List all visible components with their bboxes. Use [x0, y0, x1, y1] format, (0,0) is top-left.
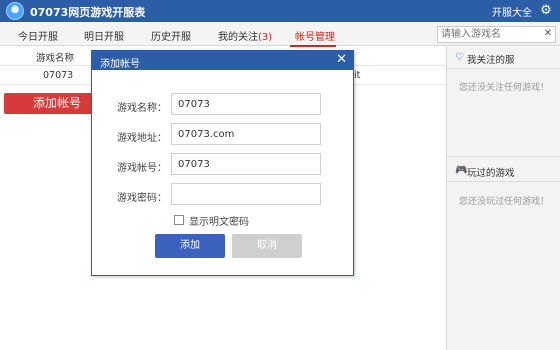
add-button[interactable]: 添加	[155, 234, 225, 258]
active-tab-underline	[290, 45, 336, 47]
search-input[interactable]	[438, 27, 536, 42]
gamepad-icon: 🎮	[455, 165, 468, 176]
cancel-button[interactable]: 取消	[232, 234, 302, 258]
app-logo-icon	[6, 2, 24, 20]
row-trailing-text: it	[354, 70, 361, 81]
close-icon[interactable]: ✕	[336, 52, 347, 67]
tab-history[interactable]: 历史开服	[151, 28, 191, 43]
game-name-label: 游戏名称：	[117, 103, 167, 114]
gear-icon[interactable]: ⚙	[538, 3, 554, 19]
followed-count: (3)	[258, 32, 273, 43]
tab-today[interactable]: 今日开服	[18, 28, 58, 43]
show-password-checkbox[interactable]	[174, 215, 184, 225]
game-account-label: 游戏帐号：	[117, 163, 167, 174]
played-empty-text: 您还没玩过任何游戏！	[458, 197, 549, 207]
search-box: ✕	[437, 26, 556, 43]
show-password-label[interactable]: 显示明文密码	[189, 213, 249, 228]
title-bar: 07073网页游戏开服表 开服大全 ⚙	[0, 0, 560, 22]
dialog-title-bar: 添加帐号 ✕	[92, 51, 353, 70]
kaifu-all-link[interactable]: 开服大全	[492, 4, 532, 19]
game-name-input[interactable]	[172, 94, 320, 114]
followed-servers-header: ♡ 我关注的服	[447, 47, 560, 69]
search-icon[interactable]: ✕	[544, 28, 552, 39]
tab-tomorrow[interactable]: 明日开服	[84, 28, 124, 43]
tab-followed[interactable]: 我的关注(3)	[218, 28, 272, 43]
game-account-field	[171, 153, 321, 175]
tab-account-manage[interactable]: 帐号管理	[295, 28, 335, 43]
played-games-title: 玩过的游戏	[467, 168, 515, 179]
tab-followed-label: 我的关注	[218, 32, 258, 43]
app-title: 07073网页游戏开服表	[30, 6, 146, 19]
sidebar-divider	[447, 156, 560, 157]
game-password-input[interactable]	[172, 184, 320, 204]
game-account-input[interactable]	[172, 154, 320, 174]
game-password-label: 游戏密码：	[117, 193, 167, 204]
column-header-game-name: 游戏名称	[36, 53, 75, 64]
played-games-header: 🎮 玩过的游戏	[447, 160, 560, 182]
game-url-input[interactable]	[172, 124, 320, 144]
followed-empty-text: 您还没关注任何游戏！	[458, 83, 549, 93]
game-password-field	[171, 183, 321, 205]
dialog-title: 添加帐号	[100, 59, 140, 70]
game-name-field	[171, 93, 321, 115]
row-game-name: 07073	[43, 70, 74, 81]
game-url-label: 游戏地址：	[117, 133, 167, 144]
followed-servers-title: 我关注的服	[467, 55, 515, 66]
game-url-field	[171, 123, 321, 145]
add-account-dialog: 添加帐号 ✕ 游戏名称： 游戏地址： 游戏帐号： 游戏密码： 显示明文密码 添加…	[91, 50, 354, 276]
heart-icon: ♡	[455, 52, 464, 63]
sidebar: ♡ 我关注的服 您还没关注任何游戏！ 🎮 玩过的游戏 您还没玩过任何游戏！	[446, 47, 560, 350]
